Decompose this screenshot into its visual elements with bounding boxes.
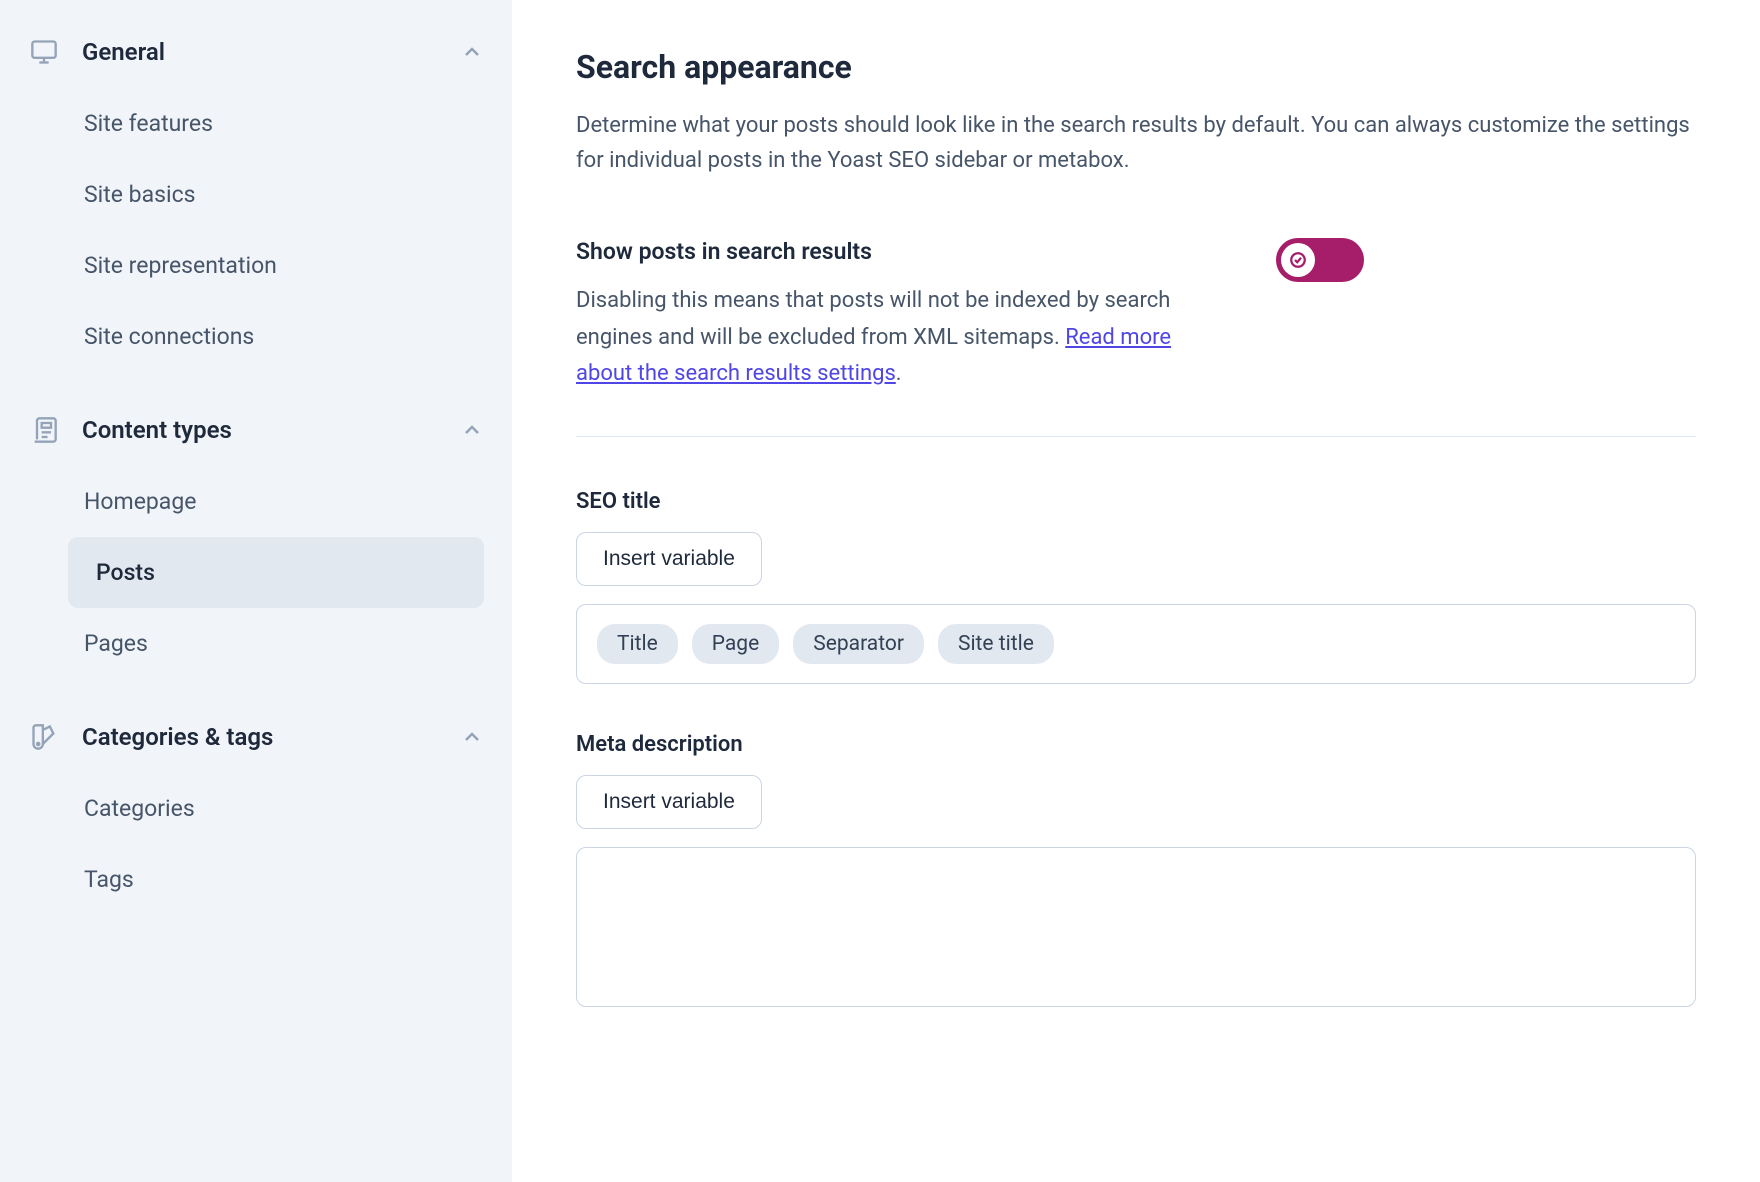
swatch-icon	[28, 721, 60, 753]
chevron-up-icon	[460, 725, 484, 749]
sidebar: General Site features Site basics Site r…	[0, 0, 512, 1182]
page-title: Search appearance	[576, 48, 1696, 86]
sidebar-item-categories[interactable]: Categories	[28, 773, 484, 844]
chip-separator[interactable]: Separator	[793, 624, 924, 664]
sidebar-item-tags[interactable]: Tags	[28, 844, 484, 915]
toggle-knob	[1281, 243, 1315, 277]
sidebar-title-categories-tags: Categories & tags	[82, 723, 460, 751]
sidebar-item-posts[interactable]: Posts	[68, 537, 484, 608]
sidebar-section-general: General Site features Site basics Site r…	[28, 24, 484, 372]
label-seo-title: SEO title	[576, 489, 1696, 514]
input-seo-title[interactable]: Title Page Separator Site title	[576, 604, 1696, 684]
sidebar-item-site-basics[interactable]: Site basics	[28, 159, 484, 230]
sidebar-section-categories-tags: Categories & tags Categories Tags	[28, 709, 484, 915]
setting-label-show-in-search: Show posts in search results	[576, 238, 1216, 265]
insert-variable-seo-title[interactable]: Insert variable	[576, 532, 762, 586]
sidebar-item-site-features[interactable]: Site features	[28, 88, 484, 159]
sidebar-header-content-types[interactable]: Content types	[28, 402, 484, 458]
newspaper-icon	[28, 414, 60, 446]
sidebar-item-pages[interactable]: Pages	[28, 608, 484, 679]
sidebar-header-categories-tags[interactable]: Categories & tags	[28, 709, 484, 765]
chevron-up-icon	[460, 418, 484, 442]
sidebar-item-site-representation[interactable]: Site representation	[28, 230, 484, 301]
label-meta-description: Meta description	[576, 732, 1696, 757]
field-seo-title: SEO title Insert variable Title Page Sep…	[576, 489, 1696, 684]
setting-desc-show-in-search: Disabling this means that posts will not…	[576, 283, 1216, 392]
chevron-up-icon	[460, 40, 484, 64]
setting-show-in-search: Show posts in search results Disabling t…	[576, 238, 1696, 392]
insert-variable-meta-desc[interactable]: Insert variable	[576, 775, 762, 829]
sidebar-title-general: General	[82, 38, 460, 66]
sidebar-section-content-types: Content types Homepage Posts Pages	[28, 402, 484, 679]
main-content: Search appearance Determine what your po…	[512, 0, 1760, 1182]
sidebar-item-site-connections[interactable]: Site connections	[28, 301, 484, 372]
chip-title[interactable]: Title	[597, 624, 678, 664]
chip-page[interactable]: Page	[692, 624, 780, 664]
page-description: Determine what your posts should look li…	[576, 108, 1696, 178]
toggle-show-in-search[interactable]	[1276, 238, 1364, 282]
sidebar-title-content-types: Content types	[82, 416, 460, 444]
divider	[576, 436, 1696, 437]
chip-site-title[interactable]: Site title	[938, 624, 1054, 664]
sidebar-item-homepage[interactable]: Homepage	[28, 466, 484, 537]
sidebar-header-general[interactable]: General	[28, 24, 484, 80]
input-meta-description[interactable]	[576, 847, 1696, 1007]
monitor-icon	[28, 36, 60, 68]
field-meta-description: Meta description Insert variable	[576, 732, 1696, 1007]
